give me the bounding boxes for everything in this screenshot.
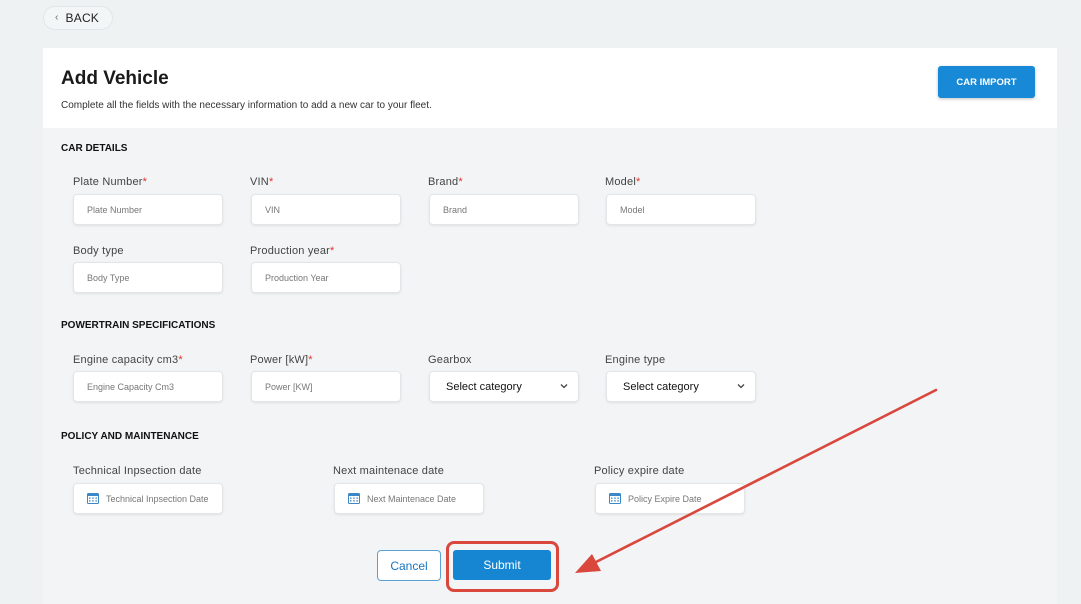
calendar-icon <box>609 493 621 504</box>
chevron-down-icon <box>560 384 568 389</box>
section-title-powertrain: POWERTRAIN SPECIFICATIONS <box>61 320 216 331</box>
body-type-input[interactable]: Body Type <box>73 262 223 293</box>
back-button[interactable]: ‹ BACK <box>43 6 113 30</box>
back-label: BACK <box>65 11 100 25</box>
power-input[interactable]: Power [KW] <box>251 371 401 402</box>
vin-input[interactable]: VIN <box>251 194 401 225</box>
page-header: Add Vehicle Complete all the fields with… <box>43 48 1057 128</box>
model-input[interactable]: Model <box>606 194 756 225</box>
next-maintenance-input[interactable]: Next Maintenace Date <box>334 483 484 514</box>
engine-capacity-label: Engine capacity cm3* <box>73 354 183 366</box>
production-year-label: Production year* <box>250 245 335 257</box>
plate-number-input[interactable]: Plate Number <box>73 194 223 225</box>
brand-input[interactable]: Brand <box>429 194 579 225</box>
model-label: Model* <box>605 176 641 188</box>
next-maintenance-label: Next maintenace date <box>333 465 445 477</box>
section-title-car-details: CAR DETAILS <box>61 143 128 154</box>
gearbox-label: Gearbox <box>428 354 472 366</box>
production-year-input[interactable]: Production Year <box>251 262 401 293</box>
calendar-icon <box>87 493 99 504</box>
engine-type-select[interactable]: Select category <box>606 371 756 402</box>
engine-capacity-input[interactable]: Engine Capacity Cm3 <box>73 371 223 402</box>
technical-inspection-label: Technical Inpsection date <box>73 465 202 477</box>
page-title: Add Vehicle <box>61 68 169 89</box>
brand-label: Brand* <box>428 176 463 188</box>
policy-expire-label: Policy expire date <box>594 465 685 477</box>
gearbox-select[interactable]: Select category <box>429 371 579 402</box>
cancel-button[interactable]: Cancel <box>377 550 441 581</box>
body-type-label: Body type <box>73 245 124 257</box>
vin-label: VIN* <box>250 176 274 188</box>
engine-type-label: Engine type <box>605 354 666 366</box>
policy-expire-input[interactable]: Policy Expire Date <box>595 483 745 514</box>
chevron-left-icon: ‹ <box>55 12 59 23</box>
chevron-down-icon <box>737 384 745 389</box>
technical-inspection-input[interactable]: Technical Inpsection Date <box>73 483 223 514</box>
annotation-highlight-box <box>446 541 559 592</box>
section-title-policy: POLICY AND MAINTENANCE <box>61 431 199 442</box>
calendar-icon <box>348 493 360 504</box>
car-import-button[interactable]: CAR IMPORT <box>938 66 1035 98</box>
power-label: Power [kW]* <box>250 354 313 366</box>
plate-number-label: Plate Number* <box>73 176 148 188</box>
page-description: Complete all the fields with the necessa… <box>61 100 432 111</box>
